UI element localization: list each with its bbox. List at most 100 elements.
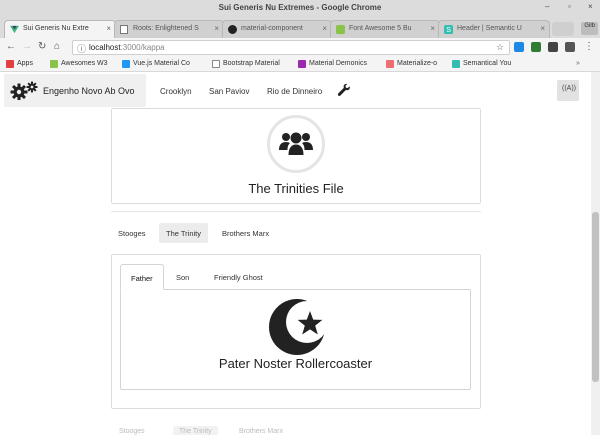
browser-tab-1[interactable]: Roots: Enlightened S × [114, 20, 224, 38]
cogs-icon [10, 81, 38, 100]
browser-tab-4[interactable]: S Header | Semantic U × [438, 20, 550, 38]
url-path: :3000/kappa [120, 43, 165, 52]
browser-tab-3[interactable]: Font Awesome 5 Bu × [330, 20, 440, 38]
more-bookmarks-icon[interactable]: » [576, 60, 580, 67]
font-awesome-favicon-icon [336, 25, 345, 34]
trinity-card: Father Son Friendly Ghost Pater Noster R… [111, 254, 481, 409]
tab-strip: Sui Generis Nu Extre × Roots: Enlightene… [0, 18, 600, 38]
peek-tab-stooges[interactable]: Stooges [119, 428, 145, 435]
card-title: The Trinities File [248, 181, 344, 196]
info-icon[interactable]: ⓘ [77, 42, 86, 55]
close-tab-icon[interactable]: × [540, 24, 545, 33]
tab-friendly-ghost[interactable]: Friendly Ghost [204, 264, 273, 290]
bookmark-favicon-icon [212, 60, 220, 68]
bookmark-item[interactable]: Material Demonics [298, 60, 367, 68]
address-bar[interactable]: ⓘ localhost:3000/kappa ☆ [72, 40, 510, 55]
star-and-crescent-icon [269, 299, 325, 355]
panel-title: Pater Noster Rollercoaster [218, 356, 373, 371]
next-section-peek: Stooges The Trinity Brothers Marx [111, 420, 481, 435]
bookmark-favicon-icon [122, 60, 130, 68]
vue-favicon-icon [10, 25, 19, 34]
maximize-icon[interactable]: ▫ [568, 2, 571, 11]
pill-tabs: Stooges The Trinity Brothers Marx [111, 223, 481, 243]
browser-tab-label: Roots: Enlightened S [133, 25, 199, 32]
close-tab-icon[interactable]: × [430, 24, 435, 33]
forward-icon[interactable]: → [22, 41, 32, 52]
bookmark-label: Vue.js Material Co [133, 60, 190, 67]
nav-link-san-paviov[interactable]: San Paviov [209, 87, 249, 96]
menu-icon[interactable]: ⋮ [584, 41, 594, 52]
minimize-icon[interactable]: – [545, 2, 549, 11]
bookmark-item[interactable]: Semantical You [452, 60, 512, 68]
browser-tab-2[interactable]: material-component × [222, 20, 332, 38]
bookmark-star-icon[interactable]: ☆ [496, 42, 504, 53]
pill-tab-brothers-marx[interactable]: Brothers Marx [215, 223, 276, 243]
accessibility-icon: ((A)) [562, 85, 576, 92]
bookmark-label: Apps [17, 60, 33, 67]
svg-text:S: S [446, 25, 451, 34]
tab-son[interactable]: Son [166, 264, 199, 290]
reload-icon[interactable]: ↻ [38, 41, 46, 52]
browser-tab-label: Header | Semantic U [457, 25, 522, 32]
close-tab-icon[interactable]: × [322, 24, 327, 33]
bookmark-label: Materialize-o [397, 60, 438, 67]
bookmark-favicon-icon [452, 60, 460, 68]
tab-father[interactable]: Father [120, 264, 164, 290]
brand-link[interactable]: Engenho Novo Ab Ovo [4, 74, 146, 107]
page-scrollbar[interactable] [591, 72, 600, 435]
browser-tab-label: Sui Generis Nu Extre [23, 25, 89, 32]
scrollbar-thumb[interactable] [592, 212, 599, 382]
peek-tab-brothers-marx[interactable]: Brothers Marx [239, 428, 283, 435]
close-tab-icon[interactable]: × [214, 24, 219, 33]
bookmark-favicon-icon [50, 60, 58, 68]
bookmark-item[interactable]: Awesomes W3 [50, 60, 108, 68]
bookmark-label: Semantical You [463, 60, 512, 67]
bookmark-label: Bootstrap Material [223, 60, 280, 67]
bookmark-favicon-icon [386, 60, 394, 68]
extension-icon[interactable] [531, 42, 541, 52]
bookmark-item[interactable]: Materialize-o [386, 60, 438, 68]
brand-name: Engenho Novo Ab Ovo [43, 86, 135, 96]
accessibility-button[interactable]: ((A)) [557, 80, 579, 101]
url-host: localhost [89, 43, 121, 52]
bookmark-label: Awesomes W3 [61, 60, 108, 67]
bookmark-label: Material Demonics [309, 60, 367, 67]
browser-tab-label: Font Awesome 5 Bu [349, 25, 412, 32]
section-divider [111, 211, 481, 212]
tab-panel: Pater Noster Rollercoaster [120, 289, 471, 390]
profile-button[interactable]: Gilb [581, 22, 598, 35]
bookmark-favicon-icon [298, 60, 306, 68]
pill-tab-the-trinity[interactable]: The Trinity [159, 223, 209, 243]
vue-devtools-icon[interactable] [514, 42, 524, 52]
apps-grid-icon [6, 60, 14, 68]
close-tab-icon[interactable]: × [106, 24, 111, 33]
browser-toolbar: ← → ↻ ⌂ ⓘ localhost:3000/kappa ☆ ⋮ [0, 38, 600, 57]
new-tab-button[interactable] [552, 22, 574, 36]
nav-link-crooklyn[interactable]: Crooklyn [160, 87, 192, 96]
extension-icon[interactable] [548, 42, 558, 52]
home-icon[interactable]: ⌂ [54, 41, 60, 52]
browser-tab-label: material-component [241, 25, 303, 32]
page-favicon-icon [120, 25, 129, 34]
app-navbar: Engenho Novo Ab Ovo Crooklyn San Paviov … [0, 72, 591, 108]
window-title: Sui Generis Nu Extremes - Google Chrome [218, 3, 382, 12]
window-titlebar: Sui Generis Nu Extremes - Google Chrome … [0, 0, 600, 18]
bookmarks-bar: Apps Awesomes W3 Vue.js Material Co Boot… [0, 57, 600, 72]
bookmark-item[interactable]: Vue.js Material Co [122, 60, 190, 68]
browser-tab-0[interactable]: Sui Generis Nu Extre × [4, 20, 116, 38]
pill-tab-stooges[interactable]: Stooges [111, 223, 153, 243]
extension-icon[interactable] [565, 42, 575, 52]
inner-tabs: Father Son Friendly Ghost [120, 264, 470, 290]
wrench-icon[interactable] [337, 83, 351, 97]
bookmark-apps[interactable]: Apps [6, 60, 33, 68]
users-icon [279, 132, 313, 155]
bookmark-item[interactable]: Bootstrap Material [212, 60, 280, 68]
trinities-card: The Trinities File [111, 108, 481, 204]
close-window-icon[interactable]: × [588, 2, 593, 11]
users-icon-circle [267, 115, 325, 173]
page-content: Engenho Novo Ab Ovo Crooklyn San Paviov … [0, 72, 591, 435]
peek-tab-the-trinity[interactable]: The Trinity [173, 426, 218, 435]
semantic-favicon-icon: S [444, 25, 453, 34]
back-icon[interactable]: ← [6, 41, 16, 52]
nav-link-rio[interactable]: Rio de Dinneiro [267, 87, 322, 96]
